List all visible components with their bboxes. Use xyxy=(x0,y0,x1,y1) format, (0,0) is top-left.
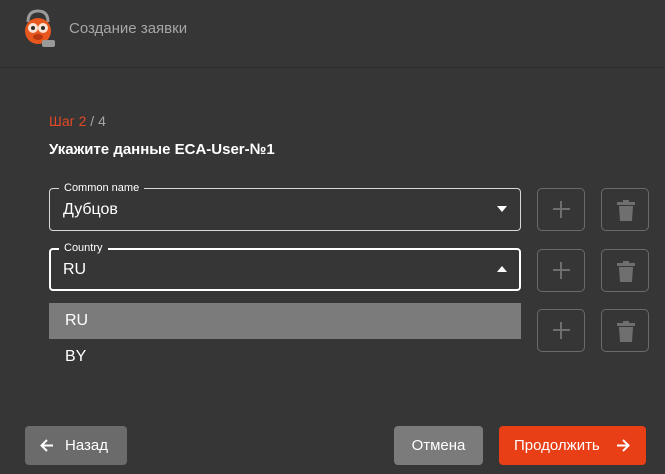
country-value: RU xyxy=(63,261,87,278)
plus-icon xyxy=(553,322,570,339)
step-current: Шаг 2 xyxy=(49,113,87,129)
back-button-label: Назад xyxy=(65,437,108,454)
delete-common-name-button[interactable] xyxy=(601,188,649,231)
arrow-left-icon xyxy=(40,439,53,452)
form-subtitle: Укажите данные ECA-User-№1 xyxy=(49,141,275,158)
chevron-up-icon[interactable] xyxy=(497,266,507,272)
country-select[interactable]: Country RU xyxy=(49,241,521,291)
dropdown-option-ru[interactable]: RU xyxy=(49,303,521,339)
chevron-down-icon[interactable] xyxy=(497,206,507,212)
step-separator: / xyxy=(86,113,99,129)
trash-icon xyxy=(617,261,635,282)
add-common-name-button[interactable] xyxy=(537,188,585,231)
continue-button[interactable]: Продолжить xyxy=(499,426,646,465)
step-total: 4 xyxy=(98,113,106,129)
common-name-label: Common name xyxy=(59,181,145,195)
arrow-right-icon xyxy=(617,439,630,452)
continue-button-label: Продолжить xyxy=(514,437,600,454)
add-country-button[interactable] xyxy=(537,249,585,292)
back-button[interactable]: Назад xyxy=(25,426,127,465)
trash-icon xyxy=(617,200,635,221)
delete-field-button[interactable] xyxy=(601,309,649,352)
plus-icon xyxy=(553,201,570,218)
cancel-button[interactable]: Отмена xyxy=(394,426,483,465)
plus-icon xyxy=(553,262,570,279)
trash-icon xyxy=(617,321,635,342)
common-name-value: Дубцов xyxy=(63,201,118,218)
country-label: Country xyxy=(59,241,108,255)
page-title: Создание заявки xyxy=(69,20,188,37)
step-indicator: Шаг 2 / 4 xyxy=(49,113,106,129)
delete-country-button[interactable] xyxy=(601,249,649,292)
app-header: Создание заявки xyxy=(0,0,665,68)
app-logo-icon xyxy=(25,9,55,47)
add-field-button[interactable] xyxy=(537,309,585,352)
common-name-select[interactable]: Common name Дубцов xyxy=(49,181,521,231)
dropdown-option-by[interactable]: BY xyxy=(49,339,521,375)
country-dropdown-menu: RU BY xyxy=(49,303,521,375)
